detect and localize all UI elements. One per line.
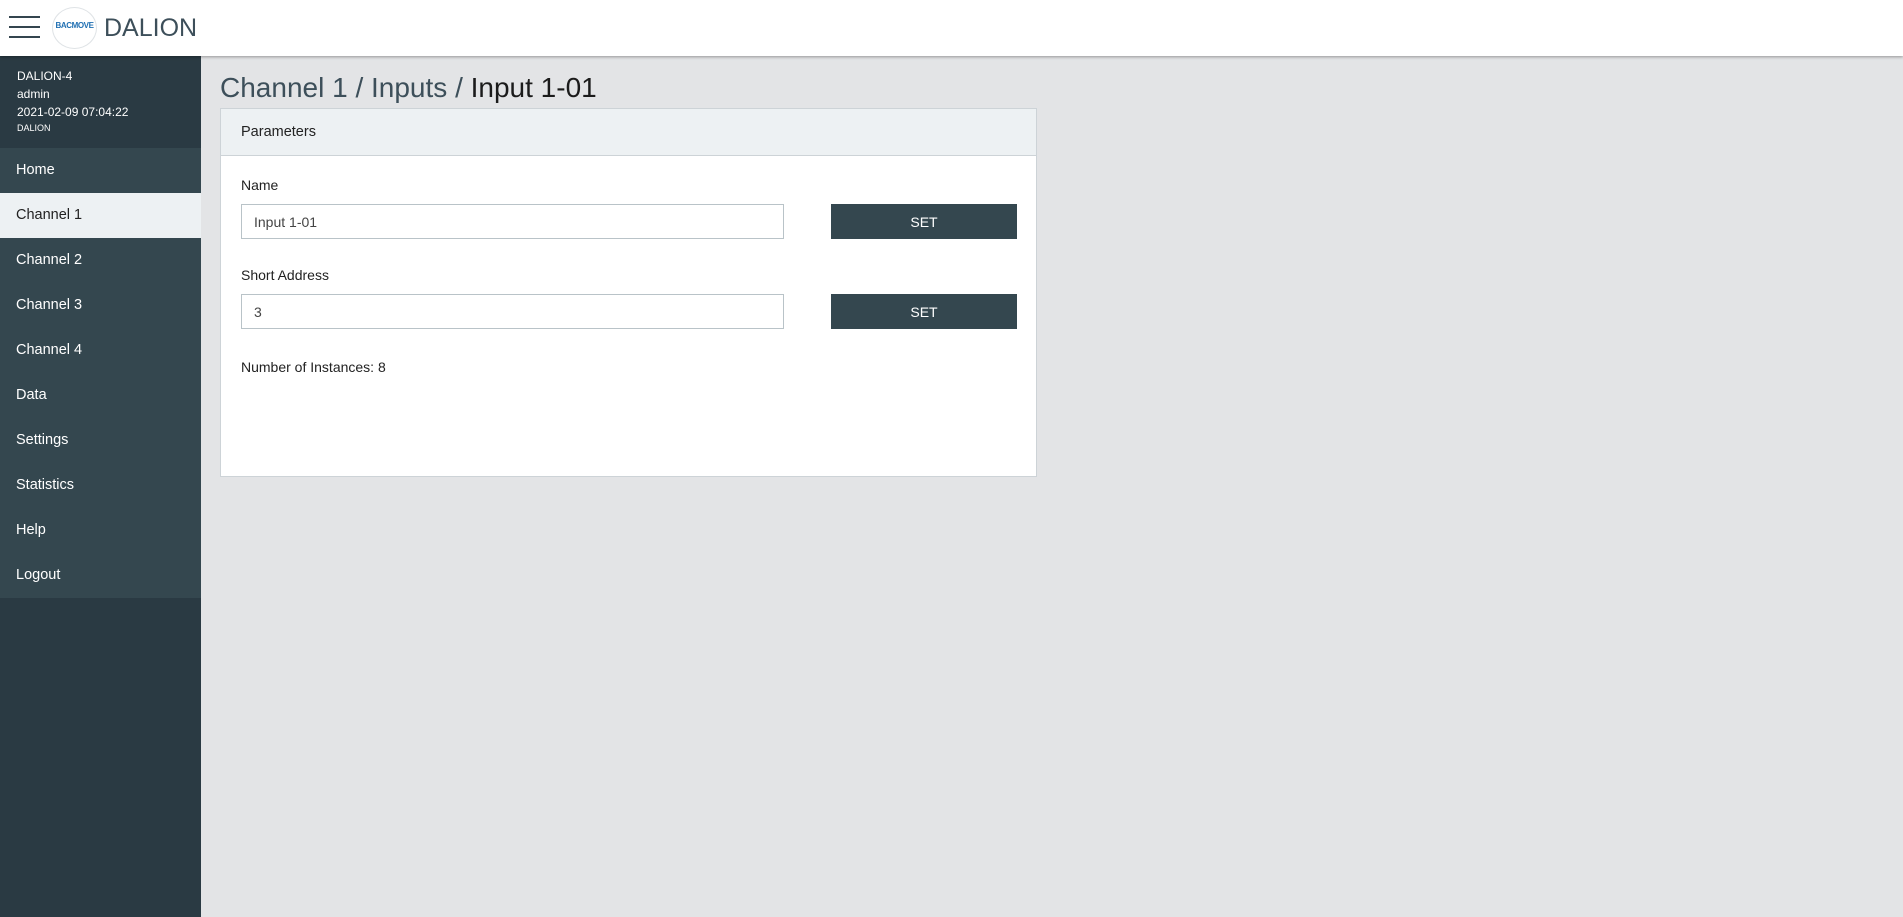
- set-short-address-button[interactable]: SET: [831, 294, 1017, 329]
- short-address-input[interactable]: [241, 294, 784, 329]
- sidebar-item-logout[interactable]: Logout: [0, 553, 201, 598]
- breadcrumb-inputs-link[interactable]: Inputs: [371, 72, 447, 103]
- parameters-panel: Parameters Name SET Short Address SET Nu…: [220, 108, 1037, 477]
- sidebar-item-statistics[interactable]: Statistics: [0, 463, 201, 508]
- sidebar-item-channel-3[interactable]: Channel 3: [0, 283, 201, 328]
- brand-logo: BACMOVE: [52, 7, 97, 49]
- sidebar-item-help[interactable]: Help: [0, 508, 201, 553]
- sidebar-nav: Home Channel 1 Channel 2 Channel 3 Chann…: [0, 148, 201, 598]
- product-name: DALION: [17, 123, 51, 133]
- breadcrumb-separator: /: [355, 72, 364, 103]
- sidebar-item-settings[interactable]: Settings: [0, 418, 201, 463]
- breadcrumb-channel-link[interactable]: Channel 1: [220, 72, 348, 103]
- name-input[interactable]: [241, 204, 784, 239]
- sidebar-item-home[interactable]: Home: [0, 148, 201, 193]
- device-name: DALION-4: [17, 69, 73, 83]
- logo-text: BACMOVE: [55, 21, 94, 30]
- breadcrumb-separator: /: [455, 72, 463, 103]
- instances-count: Number of Instances: 8: [241, 359, 386, 375]
- top-bar: BACMOVE DALION: [0, 0, 1903, 56]
- user-name: admin: [17, 87, 50, 101]
- breadcrumb: Channel 1 / Inputs / Input 1-01: [220, 70, 597, 106]
- current-datetime: 2021-02-09 07:04:22: [17, 105, 129, 119]
- user-info: DALION-4 admin 2021-02-09 07:04:22 DALIO…: [0, 56, 201, 148]
- short-address-label: Short Address: [241, 267, 329, 283]
- panel-title: Parameters: [221, 109, 1036, 156]
- app-title: DALION: [104, 14, 198, 42]
- sidebar-item-data[interactable]: Data: [0, 373, 201, 418]
- set-name-button[interactable]: SET: [831, 204, 1017, 239]
- sidebar-item-channel-2[interactable]: Channel 2: [0, 238, 201, 283]
- sidebar: DALION-4 admin 2021-02-09 07:04:22 DALIO…: [0, 56, 201, 917]
- breadcrumb-current: Input 1-01: [470, 72, 597, 103]
- hamburger-menu-icon[interactable]: [9, 16, 40, 38]
- sidebar-item-channel-4[interactable]: Channel 4: [0, 328, 201, 373]
- main-content: Channel 1 / Inputs / Input 1-01 Paramete…: [220, 56, 1037, 477]
- sidebar-item-channel-1[interactable]: Channel 1: [0, 193, 201, 238]
- name-label: Name: [241, 177, 279, 193]
